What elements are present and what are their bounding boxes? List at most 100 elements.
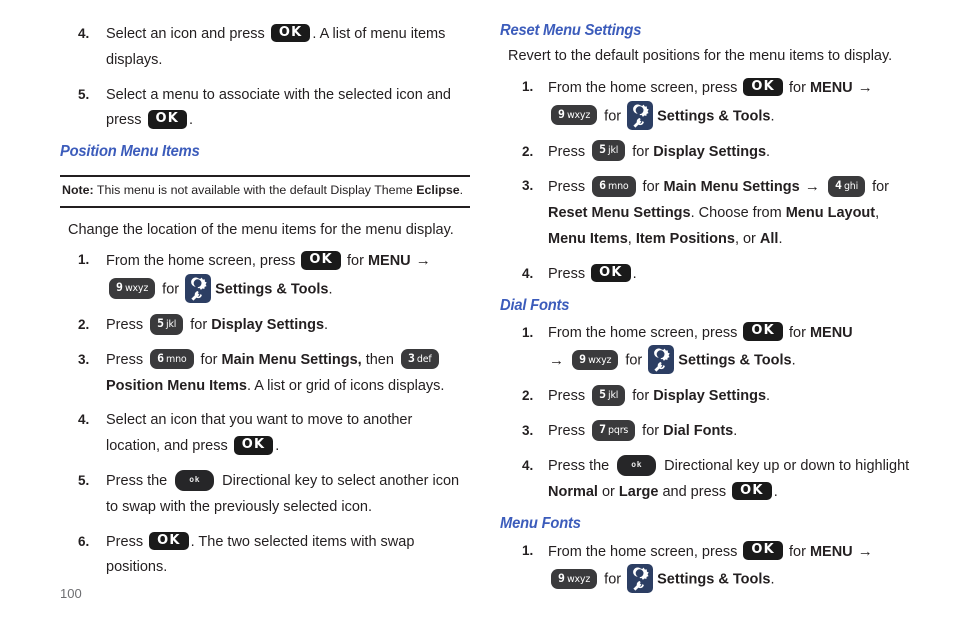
settings-tools-icon bbox=[648, 345, 675, 375]
page-number: 100 bbox=[60, 586, 82, 601]
keypad-key-4-icon[interactable]: 4 ghi bbox=[828, 176, 866, 197]
key-digit: 4 bbox=[835, 178, 842, 193]
continued-steps-list: 4. Select an icon and press OK. A list of… bbox=[60, 22, 470, 134]
section-heading: Position Menu Items bbox=[60, 143, 200, 161]
directional-key-icon[interactable]: ok bbox=[175, 469, 215, 491]
step-text: Press bbox=[106, 533, 148, 550]
step-number: 2. bbox=[522, 143, 534, 159]
step-number: 3. bbox=[522, 178, 534, 194]
key-digit: 7 bbox=[599, 422, 607, 437]
step-text: Press bbox=[548, 265, 590, 282]
step-text: . bbox=[275, 438, 280, 455]
step-number: 3. bbox=[78, 351, 90, 367]
key-letters: pqrs bbox=[608, 425, 629, 437]
key-digit: 3 bbox=[407, 350, 415, 365]
step-number: 5. bbox=[78, 473, 90, 489]
directional-key-icon[interactable]: ok bbox=[617, 454, 657, 476]
step-text: for bbox=[621, 352, 647, 369]
step-text: From the home screen, press bbox=[548, 543, 742, 560]
arrow-icon: → bbox=[411, 252, 431, 270]
key-letters: ghi bbox=[843, 181, 859, 193]
ok-key-icon[interactable]: OK bbox=[147, 110, 188, 129]
ok-key-icon[interactable]: OK bbox=[270, 23, 311, 43]
keypad-key-5-icon[interactable]: 5 jkl bbox=[150, 313, 184, 335]
ok-key-icon[interactable]: OK bbox=[732, 481, 772, 501]
section-intro: Change the location of the menu items fo… bbox=[68, 221, 454, 238]
step-text: for bbox=[628, 388, 654, 405]
step-emphasis: Menu Items bbox=[548, 230, 628, 247]
step-item: 1. From the home screen, press OK for MEN… bbox=[500, 75, 910, 131]
ok-key-icon[interactable]: OK bbox=[743, 541, 783, 560]
step-text: for bbox=[868, 179, 889, 196]
keypad-key-5-icon[interactable]: 5 jkl bbox=[592, 385, 626, 406]
step-text: From the home screen, press bbox=[106, 253, 300, 270]
step-number: 1. bbox=[78, 252, 90, 268]
step-number: 1. bbox=[522, 324, 534, 340]
key-letters: wxyz bbox=[566, 573, 591, 585]
step-number: 1. bbox=[522, 542, 534, 558]
note-bold-term: Eclipse bbox=[416, 183, 460, 198]
step-text: for bbox=[784, 543, 810, 560]
step-text: then bbox=[361, 351, 398, 368]
key-letters: mno bbox=[166, 353, 187, 365]
step-text: for bbox=[784, 324, 810, 341]
step-item: 5. Select a menu to associate with the se… bbox=[60, 83, 470, 135]
step-text: . bbox=[733, 423, 738, 440]
step-text: Press bbox=[548, 388, 590, 405]
step-emphasis: Main Menu Settings bbox=[663, 179, 800, 196]
ok-key-icon[interactable]: OK bbox=[743, 77, 783, 97]
key-digit: 5 bbox=[599, 142, 607, 157]
key-letters: wxyz bbox=[124, 283, 149, 295]
step-emphasis: Settings & Tools bbox=[657, 107, 771, 124]
step-text: . bbox=[766, 143, 771, 160]
steps-list: 1. From the home screen, press OK for MEN… bbox=[500, 75, 910, 288]
step-text: for bbox=[784, 79, 810, 96]
arrow-icon: → bbox=[800, 178, 825, 196]
step-emphasis: Settings & Tools bbox=[678, 352, 792, 369]
left-column: 4. Select an icon and press OK. A list of… bbox=[60, 22, 470, 590]
ok-key-icon[interactable]: OK bbox=[301, 251, 341, 270]
section-position-menu-items: Position Menu Items Note: This menu is n… bbox=[60, 143, 470, 581]
step-text: for bbox=[628, 143, 654, 160]
step-emphasis: MENU bbox=[809, 324, 853, 341]
step-item: 6. Press OK. The two selected items with… bbox=[60, 530, 470, 582]
keypad-key-9-icon[interactable]: 9 wxyz bbox=[109, 278, 156, 299]
step-number: 5. bbox=[78, 86, 90, 102]
section-menu-fonts: Menu Fonts 1. From the home screen, press … bbox=[500, 515, 910, 595]
step-text: . bbox=[328, 281, 333, 298]
note-text-after: . bbox=[459, 183, 464, 198]
keypad-key-6-icon[interactable]: 6 mno bbox=[592, 176, 636, 197]
step-item: 3. Press 6 mno for Main Menu Settings → 4g… bbox=[500, 174, 910, 252]
ok-key-icon[interactable]: OK bbox=[743, 322, 783, 342]
step-text: Press bbox=[548, 143, 590, 160]
step-number: 6. bbox=[78, 533, 90, 549]
steps-list: 1. From the home screen, press OK for MEN… bbox=[60, 248, 470, 581]
key-letters: mno bbox=[608, 181, 629, 193]
step-text: . bbox=[632, 265, 637, 282]
keypad-key-6-icon[interactable]: 6 mno bbox=[150, 348, 194, 370]
arrow-icon: → bbox=[853, 542, 873, 560]
keypad-key-9-icon[interactable]: 9 wxyz bbox=[551, 104, 598, 126]
ok-key-icon[interactable]: OK bbox=[233, 436, 274, 455]
step-emphasis: All bbox=[759, 230, 779, 247]
step-text: Press bbox=[106, 351, 148, 368]
key-letters: jkl bbox=[608, 390, 619, 402]
ok-key-icon[interactable]: OK bbox=[591, 263, 631, 283]
keypad-key-9-icon[interactable]: 9 wxyz bbox=[551, 568, 598, 590]
steps-list: 1. From the home screen, press OK for MEN… bbox=[500, 321, 910, 506]
step-item: 3. Press 6 mno for Main Menu Settings, the… bbox=[60, 348, 470, 400]
step-item: 4. Select an icon and press OK. A list of… bbox=[60, 22, 470, 74]
keypad-key-3-icon[interactable]: 3 def bbox=[400, 348, 439, 370]
key-digit: 9 bbox=[558, 570, 565, 585]
keypad-key-9-icon[interactable]: 9 wxyz bbox=[572, 349, 619, 371]
ok-key-icon[interactable]: OK bbox=[149, 531, 189, 551]
step-text: for bbox=[638, 423, 664, 440]
step-text: Press the bbox=[548, 457, 614, 474]
step-emphasis: Normal bbox=[548, 483, 598, 500]
step-text: Press the bbox=[106, 473, 172, 490]
keypad-key-5-icon[interactable]: 5 jkl bbox=[592, 140, 626, 161]
step-text: Press bbox=[106, 317, 148, 334]
key-digit: 9 bbox=[116, 280, 123, 295]
step-text: Press bbox=[548, 423, 590, 440]
keypad-key-7-icon[interactable]: 7 pqrs bbox=[592, 420, 636, 441]
